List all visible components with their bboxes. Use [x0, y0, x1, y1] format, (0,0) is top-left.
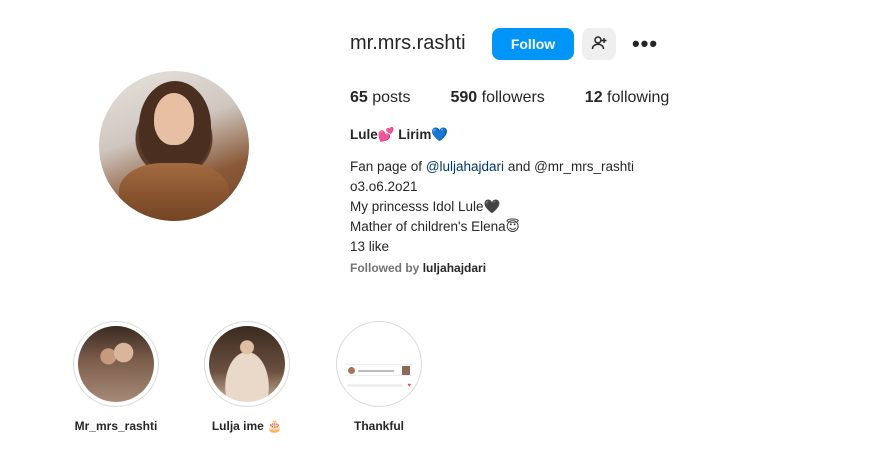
followers-label: followers	[481, 89, 545, 106]
followers-count: 590	[450, 89, 478, 106]
bio-line-1: Fan page of @luljahajdari and @mr_mrs_ra…	[350, 157, 634, 177]
bio-line-2: o3.o6.2o21	[350, 179, 418, 194]
mini-input-bar	[347, 384, 403, 387]
highlight-cover-image	[209, 326, 285, 402]
highlight-ring[interactable]: ♥	[336, 321, 422, 407]
followed-by[interactable]: Followed by luljahajdari	[350, 261, 486, 275]
add-person-icon	[591, 35, 607, 54]
avatar-face-shape	[154, 93, 194, 145]
bio-line-4: Mather of children's Elena😇	[350, 219, 520, 234]
highlight-cover-image: ♥	[341, 326, 417, 402]
more-options-button[interactable]: •••	[630, 30, 660, 58]
highlight-label: Lulja ime 🎂	[211, 419, 283, 433]
posts-stat: 65 posts	[350, 89, 411, 107]
bio-line-5: 13 like	[350, 239, 390, 254]
highlight-item[interactable]: Mr_mrs_rashti	[73, 321, 159, 433]
mention-link-luljahajdari[interactable]: @luljahajdari	[426, 159, 504, 174]
following-label: following	[607, 89, 670, 106]
highlight-item[interactable]: ♥ Thankful	[336, 321, 422, 433]
followers-stat[interactable]: 590 followers	[451, 89, 545, 107]
followed-by-account[interactable]: luljahajdari	[423, 261, 486, 275]
profile-stats: 65 posts 590 followers 12 following	[350, 89, 709, 107]
posts-count: 65	[350, 89, 368, 106]
follow-button[interactable]: Follow	[492, 28, 574, 60]
profile-display-name: Lule💕 Lirim💙	[350, 127, 449, 142]
heart-icon: ♥	[407, 383, 411, 389]
followed-by-label: Followed by	[350, 261, 420, 275]
profile-username: mr.mrs.rashti	[350, 32, 466, 54]
suggested-accounts-button[interactable]	[582, 28, 616, 60]
highlight-mini-notification	[345, 364, 413, 376]
highlight-label: Thankful	[354, 419, 404, 433]
highlight-cover-image	[78, 326, 154, 402]
avatar-coat-shape	[119, 163, 229, 221]
mini-text-line	[358, 370, 394, 372]
highlight-item[interactable]: Lulja ime 🎂	[204, 321, 290, 433]
highlight-label: Mr_mrs_rashti	[74, 419, 158, 433]
highlight-ring[interactable]	[204, 321, 290, 407]
bio-text-prefix: Fan page of	[350, 159, 426, 174]
following-count: 12	[584, 89, 603, 106]
profile-bio: Fan page of @luljahajdari and @mr_mrs_ra…	[350, 157, 634, 257]
mini-avatar-shape	[348, 367, 355, 374]
mention-link-mr-mrs-rashti[interactable]: @mr_mrs_rashti	[534, 159, 634, 174]
profile-page: mr.mrs.rashti Follow ••• 65 posts 590 fo…	[0, 0, 891, 471]
mini-thumbnail-shape	[402, 366, 410, 375]
bio-line-3: My princesss Idol Lule🖤	[350, 199, 501, 214]
highlight-ring[interactable]	[73, 321, 159, 407]
following-stat[interactable]: 12 following	[585, 89, 670, 107]
profile-avatar[interactable]	[99, 71, 249, 221]
more-horizontal-icon: •••	[631, 31, 659, 56]
bio-text-mid: and	[504, 159, 535, 174]
posts-label: posts	[372, 89, 411, 106]
